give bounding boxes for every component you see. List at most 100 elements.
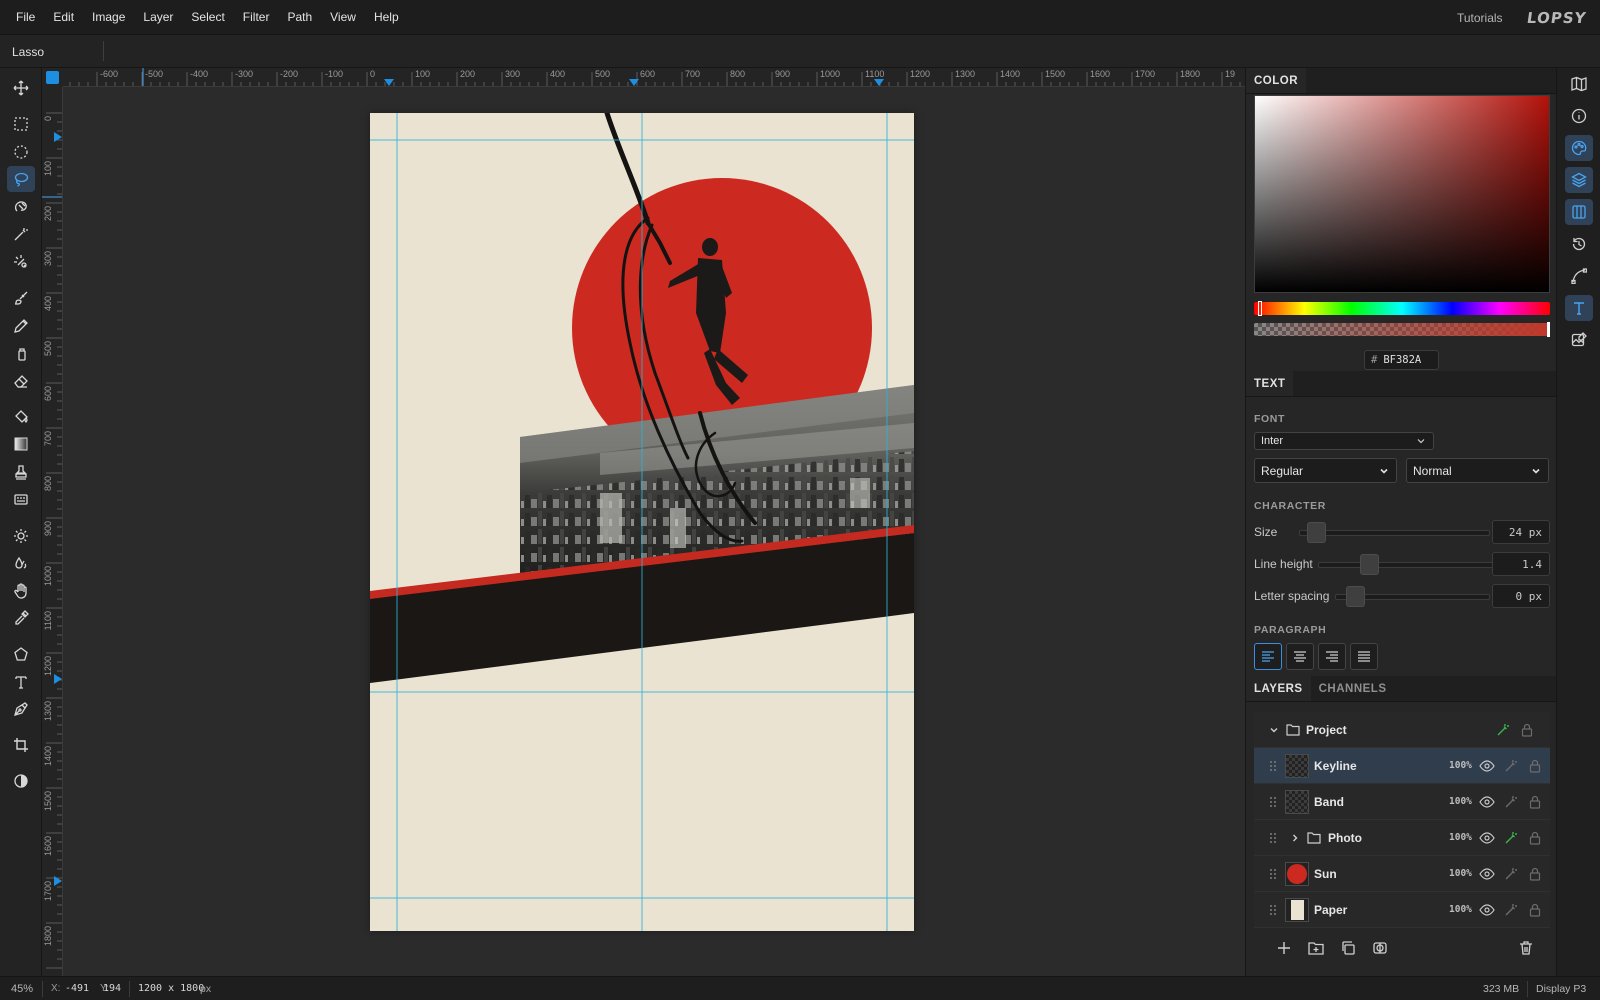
lock-icon[interactable]	[1527, 866, 1543, 882]
rect-select-tool[interactable]	[7, 111, 35, 137]
line-height-slider-handle[interactable]	[1360, 554, 1379, 575]
horizontal-ruler[interactable]: -600 -500 -400 -300 -200 -100 0 100 200 300 400 500…	[63, 68, 1245, 87]
letter-spacing-input[interactable]: 0 px	[1492, 584, 1550, 608]
effects-icon[interactable]	[1503, 794, 1519, 810]
color-panel-button[interactable]	[1565, 135, 1593, 161]
drag-handle-icon[interactable]	[1268, 796, 1278, 808]
dodge-tool[interactable]	[7, 523, 35, 549]
ellipse-select-tool[interactable]	[7, 139, 35, 165]
canvas-area[interactable]	[63, 87, 1245, 976]
hex-color-input[interactable]: # BF382A	[1364, 350, 1439, 370]
add-group-button[interactable]	[1306, 938, 1326, 958]
eye-icon[interactable]	[1479, 794, 1495, 810]
zoom-level[interactable]: 45%	[11, 977, 33, 1000]
color-profile[interactable]: Display P3	[1536, 977, 1586, 1000]
layer-opacity[interactable]: 100%	[1449, 832, 1472, 843]
ruler-corner[interactable]	[42, 68, 63, 87]
font-family-select[interactable]: Inter	[1254, 432, 1434, 450]
menu-image[interactable]: Image	[83, 0, 134, 35]
menu-edit[interactable]: Edit	[44, 0, 83, 35]
effects-icon[interactable]	[1495, 722, 1511, 738]
brush-tool[interactable]	[7, 285, 35, 311]
letter-spacing-slider-handle[interactable]	[1346, 586, 1365, 607]
move-tool[interactable]	[7, 75, 35, 101]
line-height-input[interactable]: 1.4	[1492, 552, 1550, 576]
image-adjust-panel-button[interactable]	[1565, 327, 1593, 353]
magic-wand-tool[interactable]	[7, 221, 35, 247]
pencil-tool[interactable]	[7, 313, 35, 339]
font-variant-select[interactable]: Normal	[1406, 458, 1549, 483]
eye-icon[interactable]	[1479, 902, 1495, 918]
effects-icon[interactable]	[1503, 758, 1519, 774]
hand-tool[interactable]	[7, 578, 35, 604]
drag-handle-icon[interactable]	[1268, 760, 1278, 772]
tab-text[interactable]: TEXT	[1246, 371, 1294, 396]
drag-handle-icon[interactable]	[1268, 832, 1278, 844]
align-center-button[interactable]	[1286, 643, 1314, 670]
ruler-origin-marker[interactable]	[46, 71, 59, 84]
duplicate-layer-button[interactable]	[1338, 938, 1358, 958]
tab-layers[interactable]: LAYERS	[1246, 676, 1311, 701]
spray-tool[interactable]	[7, 340, 35, 366]
eye-icon[interactable]	[1479, 758, 1495, 774]
navigator-panel-button[interactable]	[1565, 71, 1593, 97]
effects-icon[interactable]	[1503, 866, 1519, 882]
alpha-slider-handle[interactable]	[1547, 322, 1550, 337]
magnetic-lasso-tool[interactable]	[7, 194, 35, 220]
history-panel-button[interactable]	[1565, 231, 1593, 257]
hue-slider[interactable]	[1254, 301, 1550, 316]
font-size-slider-handle[interactable]	[1307, 522, 1326, 543]
layer-opacity[interactable]: 100%	[1449, 904, 1472, 915]
font-size-input[interactable]: 24 px	[1492, 520, 1550, 544]
layer-opacity[interactable]: 100%	[1449, 796, 1472, 807]
hex-value[interactable]: BF382A	[1383, 354, 1421, 366]
channels-panel-button[interactable]	[1565, 199, 1593, 225]
layer-opacity[interactable]: 100%	[1449, 760, 1472, 771]
pen-tool[interactable]	[7, 696, 35, 722]
eye-icon[interactable]	[1479, 866, 1495, 882]
info-panel-button[interactable]	[1565, 103, 1593, 129]
eraser-tool[interactable]	[7, 368, 35, 394]
tutorials-link[interactable]: Tutorials	[1457, 11, 1503, 25]
eye-icon[interactable]	[1479, 830, 1495, 846]
shape-tool[interactable]	[7, 641, 35, 667]
alpha-slider[interactable]	[1254, 322, 1550, 337]
crop-tool[interactable]	[7, 732, 35, 758]
lock-icon[interactable]	[1527, 830, 1543, 846]
layer-row-keyline[interactable]: Keyline 100%	[1254, 748, 1550, 784]
lock-icon[interactable]	[1527, 758, 1543, 774]
align-left-button[interactable]	[1254, 643, 1282, 670]
chevron-down-icon[interactable]	[1268, 724, 1280, 736]
fill-tool[interactable]	[7, 404, 35, 430]
font-style-select[interactable]: Regular	[1254, 458, 1397, 483]
layer-group-project[interactable]: Project	[1254, 712, 1550, 748]
lock-icon[interactable]	[1519, 722, 1535, 738]
tab-channels[interactable]: CHANNELS	[1311, 676, 1395, 701]
color-saturation-value-picker[interactable]	[1254, 95, 1550, 293]
guide-marker[interactable]	[874, 79, 884, 86]
blur-tool[interactable]	[7, 550, 35, 576]
lock-icon[interactable]	[1527, 902, 1543, 918]
line-height-slider[interactable]	[1318, 562, 1506, 568]
layer-opacity[interactable]: 100%	[1449, 868, 1472, 879]
menu-view[interactable]: View	[321, 0, 365, 35]
lasso-tool[interactable]	[7, 166, 35, 192]
drag-handle-icon[interactable]	[1268, 868, 1278, 880]
stamp-tool[interactable]	[7, 459, 35, 485]
chevron-right-icon[interactable]	[1289, 832, 1301, 844]
align-justify-button[interactable]	[1350, 643, 1378, 670]
text-tool[interactable]	[7, 669, 35, 695]
mask-layer-button[interactable]	[1370, 938, 1390, 958]
layer-row-sun[interactable]: Sun 100%	[1254, 856, 1550, 892]
menu-select[interactable]: Select	[182, 0, 233, 35]
hue-slider-handle[interactable]	[1258, 301, 1262, 316]
text-panel-button[interactable]	[1565, 295, 1593, 321]
effects-icon[interactable]	[1503, 902, 1519, 918]
tab-color[interactable]: COLOR	[1246, 68, 1307, 93]
layer-row-paper[interactable]: Paper 100%	[1254, 892, 1550, 928]
quick-select-tool[interactable]	[7, 249, 35, 275]
document-canvas[interactable]	[370, 113, 914, 931]
layer-row-band[interactable]: Band 100%	[1254, 784, 1550, 820]
align-right-button[interactable]	[1318, 643, 1346, 670]
menu-file[interactable]: File	[0, 0, 44, 35]
